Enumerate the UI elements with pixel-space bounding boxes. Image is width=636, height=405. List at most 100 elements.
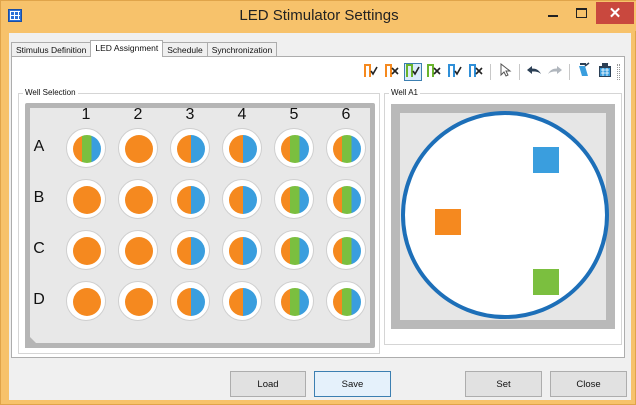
pulse-green-check-icon [405,62,421,83]
well-c5[interactable] [274,230,314,270]
well-b3[interactable] [170,179,210,219]
well-led-indicator [229,135,257,163]
pointer-button[interactable] [496,62,514,81]
app-window: LED Stimulator Settings ✕ Stimulus Defin… [0,0,636,405]
well-led-indicator [177,186,205,214]
well-c1[interactable] [66,230,106,270]
undo-icon [525,63,543,82]
close-button[interactable]: Close [550,371,627,397]
well-c2[interactable] [118,230,158,270]
well-led-indicator [281,135,309,163]
pulse-blue-check-button[interactable] [446,63,464,81]
well-b6[interactable] [326,179,366,219]
toolbar-grip[interactable] [617,64,620,80]
well-d5[interactable] [274,281,314,321]
well-a5[interactable] [274,128,314,168]
row-label-c[interactable]: C [32,240,46,258]
well-led-indicator [229,186,257,214]
toolbar-separator [569,64,570,80]
toolbar-separator [519,64,520,80]
close-window-button[interactable]: ✕ [596,2,634,24]
well-led-indicator [333,186,361,214]
well-led-indicator [73,135,101,163]
well-b1[interactable] [66,179,106,219]
redo-button[interactable] [546,63,564,81]
column-label-2[interactable]: 2 [118,106,158,124]
undo-button[interactable] [525,63,543,81]
pulse-green-cross-button[interactable] [425,63,443,81]
well-led-indicator [333,135,361,163]
plate-corner [25,332,41,348]
save-button[interactable]: Save [314,371,391,397]
fill-button[interactable] [575,61,593,83]
well-led-indicator [281,237,309,265]
minimize-icon [548,15,558,17]
pulse-orange-check-button[interactable] [362,63,380,81]
well-led-indicator [125,186,153,214]
well-a2[interactable] [118,128,158,168]
well-b2[interactable] [118,179,158,219]
well-a4[interactable] [222,128,262,168]
toolbar [362,61,620,83]
pulse-orange-check-icon [363,62,379,83]
green-led[interactable] [533,269,559,295]
minimize-button[interactable] [539,2,567,24]
well-led-indicator [229,237,257,265]
well-c3[interactable] [170,230,210,270]
tab-schedule[interactable]: Schedule [162,42,208,57]
plate-icon [597,62,613,83]
tab-led-assignment[interactable]: LED Assignment [90,40,164,57]
column-label-5[interactable]: 5 [274,106,314,124]
title-bar[interactable]: LED Stimulator Settings ✕ [1,1,636,31]
blue-led[interactable] [533,147,559,173]
well-b5[interactable] [274,179,314,219]
well-d1[interactable] [66,281,106,321]
pulse-orange-cross-button[interactable] [383,63,401,81]
well-preview [391,104,615,329]
well-a3[interactable] [170,128,210,168]
tab-stimulus-definition[interactable]: Stimulus Definition [11,42,92,57]
well-selection-title: Well Selection [23,88,78,97]
row-label-a[interactable]: A [32,138,46,156]
well-outline[interactable] [401,111,609,319]
well-led-indicator [281,288,309,316]
well-led-indicator [177,135,205,163]
well-led-indicator [125,237,153,265]
well-c6[interactable] [326,230,366,270]
redo-icon [546,63,564,82]
well-d4[interactable] [222,281,262,321]
pulse-blue-cross-button[interactable] [467,63,485,81]
well-a6[interactable] [326,128,366,168]
plate-button[interactable] [596,62,614,83]
column-label-4[interactable]: 4 [222,106,262,124]
tab-synchronization[interactable]: Synchronization [206,42,278,57]
orange-led[interactable] [435,209,461,235]
load-button[interactable]: Load [230,371,306,397]
maximize-button[interactable] [567,2,595,24]
well-d2[interactable] [118,281,158,321]
well-led-indicator [73,186,101,214]
well-b4[interactable] [222,179,262,219]
well-c4[interactable] [222,230,262,270]
well-a1[interactable] [66,128,106,168]
column-label-1[interactable]: 1 [66,106,106,124]
fill-icon [576,61,592,83]
well-led-indicator [125,135,153,163]
pulse-green-cross-icon [426,62,442,83]
well-d3[interactable] [170,281,210,321]
well-preview-title: Well A1 [389,88,420,97]
well-led-indicator [73,288,101,316]
well-d6[interactable] [326,281,366,321]
plate-surface: 123456 A B C D [30,106,370,343]
set-button[interactable]: Set [465,371,542,397]
row-label-b[interactable]: B [32,189,46,207]
well-led-indicator [333,237,361,265]
well-selection-group: Well Selection 123456 A B C D [18,88,380,354]
pulse-green-check-button[interactable] [404,63,422,81]
row-label-d[interactable]: D [32,291,46,309]
column-label-3[interactable]: 3 [170,106,210,124]
column-label-6[interactable]: 6 [326,106,366,124]
close-icon: ✕ [608,5,622,22]
tab-strip: Stimulus Definition LED Assignment Sched… [11,40,278,57]
maximize-icon [575,8,587,18]
